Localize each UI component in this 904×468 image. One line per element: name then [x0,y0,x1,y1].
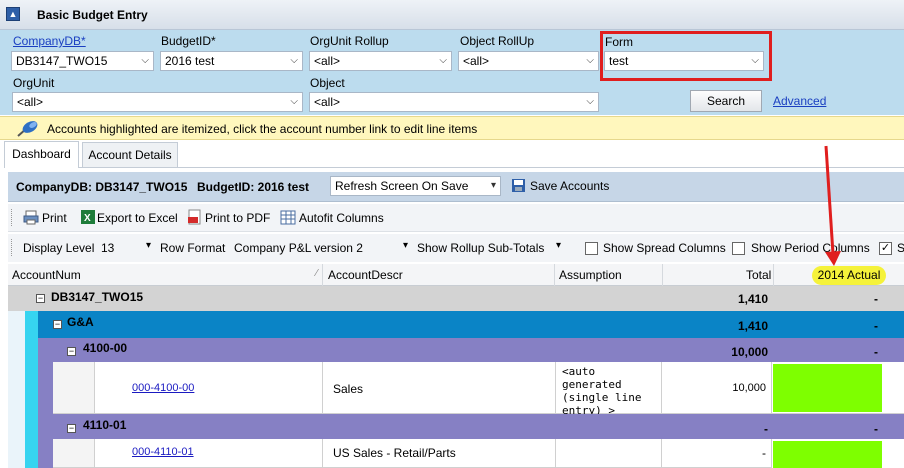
annotation-arrow [824,145,841,266]
